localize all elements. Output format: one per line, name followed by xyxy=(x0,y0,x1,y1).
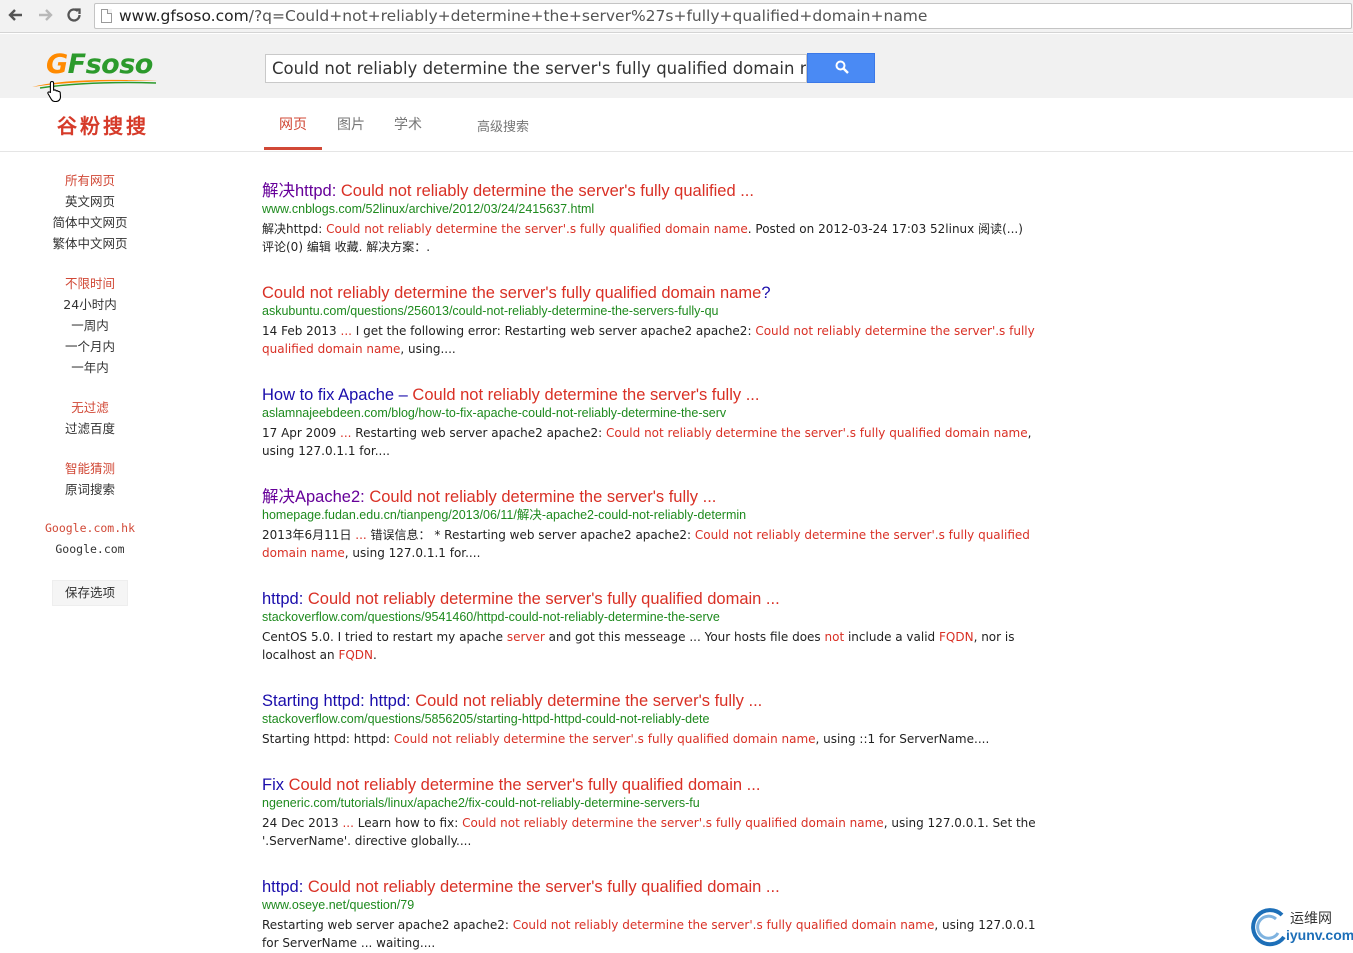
search-icon xyxy=(835,60,849,74)
filter-traditional-pages[interactable]: 繁体中文网页 xyxy=(0,233,180,252)
filter-baidu[interactable]: 过滤百度 xyxy=(0,418,180,437)
logo-wordmark: GFsoso xyxy=(46,49,153,80)
reload-icon[interactable] xyxy=(64,6,84,26)
search-result: How to fix Apache – Could not reliably d… xyxy=(262,385,1042,460)
filter-any-time[interactable]: 不限时间 xyxy=(0,273,180,292)
filter-past-24h[interactable]: 24小时内 xyxy=(0,294,180,313)
result-url: stackoverflow.com/questions/9541460/http… xyxy=(262,610,720,624)
result-url: aslamnajeebdeen.com/blog/how-to-fix-apac… xyxy=(262,406,727,420)
result-title-link[interactable]: 解决httpd: Could not reliably determine th… xyxy=(262,181,1042,201)
watermark-cn-text: 运维网 xyxy=(1290,911,1332,927)
source-google-com[interactable]: Google.com xyxy=(0,542,180,556)
url-host: www.gfsoso.com xyxy=(119,7,249,25)
result-title-link[interactable]: Fix Could not reliably determine the ser… xyxy=(262,775,1042,795)
source-google-hk[interactable]: Google.com.hk xyxy=(0,521,180,535)
result-title-link[interactable]: Could not reliably determine the server'… xyxy=(262,283,1042,303)
page-icon xyxy=(101,9,112,23)
site-header: GFsoso Could not reliably determine the … xyxy=(0,34,1353,102)
filter-past-week[interactable]: 一周内 xyxy=(0,315,180,334)
filter-english-pages[interactable]: 英文网页 xyxy=(0,191,180,210)
filter-none[interactable]: 无过滤 xyxy=(0,397,180,416)
search-result: httpd: Could not reliably determine the … xyxy=(262,877,1042,952)
result-snippet: 24 Dec 2013 ... Learn how to fix: Could … xyxy=(262,816,1036,848)
watermark-domain-text: iyunv.com xyxy=(1286,927,1353,943)
tab-scholar[interactable]: 学术 xyxy=(394,114,422,150)
result-title-link[interactable]: httpd: Could not reliably determine the … xyxy=(262,877,1042,897)
browser-toolbar: www.gfsoso.com/?q=Could+not+reliably+det… xyxy=(0,0,1353,33)
result-snippet: 14 Feb 2013 ... I get the following erro… xyxy=(262,324,1035,356)
iyunv-watermark: 运维网 iyunv.com xyxy=(1248,905,1353,951)
filter-exact-search[interactable]: 原词搜索 xyxy=(0,479,180,498)
tab-web[interactable]: 网页 xyxy=(264,114,322,150)
watermark-logo-icon xyxy=(1251,908,1286,947)
result-url: stackoverflow.com/questions/5856205/star… xyxy=(262,712,710,726)
search-button[interactable] xyxy=(807,53,875,83)
search-result: Fix Could not reliably determine the ser… xyxy=(262,775,1042,850)
chinese-logo: 谷粉搜搜 xyxy=(57,114,149,138)
result-url: www.cnblogs.com/52linux/archive/2012/03/… xyxy=(262,202,595,216)
search-result: Could not reliably determine the server'… xyxy=(262,283,1042,358)
tab-images[interactable]: 图片 xyxy=(337,114,365,150)
result-snippet: 2013年6月11日 ... 错误信息： * Restarting web se… xyxy=(262,528,1030,560)
result-title-link[interactable]: httpd: Could not reliably determine the … xyxy=(262,589,1042,609)
url-path: /?q=Could+not+reliably+determine+the+ser… xyxy=(248,7,928,25)
result-snippet: Restarting web server apache2 apache2: C… xyxy=(262,918,1036,950)
forward-arrow-icon[interactable] xyxy=(35,6,55,26)
result-title-link[interactable]: 解决Apache2: Could not reliably determine … xyxy=(262,487,1042,507)
filter-past-year[interactable]: 一年内 xyxy=(0,357,180,376)
search-result: 解决httpd: Could not reliably determine th… xyxy=(262,181,1042,256)
advanced-search-link[interactable]: 高级搜索 xyxy=(477,116,529,152)
result-snippet: Starting httpd: httpd: Could not reliabl… xyxy=(262,732,990,746)
filter-smart-guess[interactable]: 智能猜测 xyxy=(0,458,180,477)
result-url: homepage.fudan.edu.cn/tianpeng/2013/06/1… xyxy=(262,508,747,522)
result-snippet: 17 Apr 2009 ... Restarting web server ap… xyxy=(262,426,1032,458)
search-input[interactable]: Could not reliably determine the server'… xyxy=(265,54,807,83)
back-arrow-icon[interactable] xyxy=(6,6,26,26)
filter-all-pages[interactable]: 所有网页 xyxy=(0,170,180,189)
search-result: 解决Apache2: Could not reliably determine … xyxy=(262,487,1042,562)
search-result: httpd: Could not reliably determine the … xyxy=(262,589,1042,664)
address-bar[interactable]: www.gfsoso.com/?q=Could+not+reliably+det… xyxy=(94,3,1352,29)
result-url: www.oseye.net/question/79 xyxy=(262,898,415,912)
tabs-bar: 谷粉搜搜 网页 图片 学术 高级搜索 xyxy=(0,98,1353,152)
result-snippet: CentOS 5.0. I tried to restart my apache… xyxy=(262,630,1015,662)
filter-simplified-pages[interactable]: 简体中文网页 xyxy=(0,212,180,231)
filter-past-month[interactable]: 一个月内 xyxy=(0,336,180,355)
save-options-button[interactable]: 保存选项 xyxy=(52,580,128,606)
result-snippet: 解决httpd: Could not reliably determine th… xyxy=(262,222,1023,254)
search-result: Starting httpd: httpd: Could not reliabl… xyxy=(262,691,1042,748)
result-title-link[interactable]: Starting httpd: httpd: Could not reliabl… xyxy=(262,691,1042,711)
result-url: askubuntu.com/questions/256013/could-not… xyxy=(262,304,719,318)
result-url: ngeneric.com/tutorials/linux/apache2/fix… xyxy=(262,796,700,810)
result-title-link[interactable]: How to fix Apache – Could not reliably d… xyxy=(262,385,1042,405)
